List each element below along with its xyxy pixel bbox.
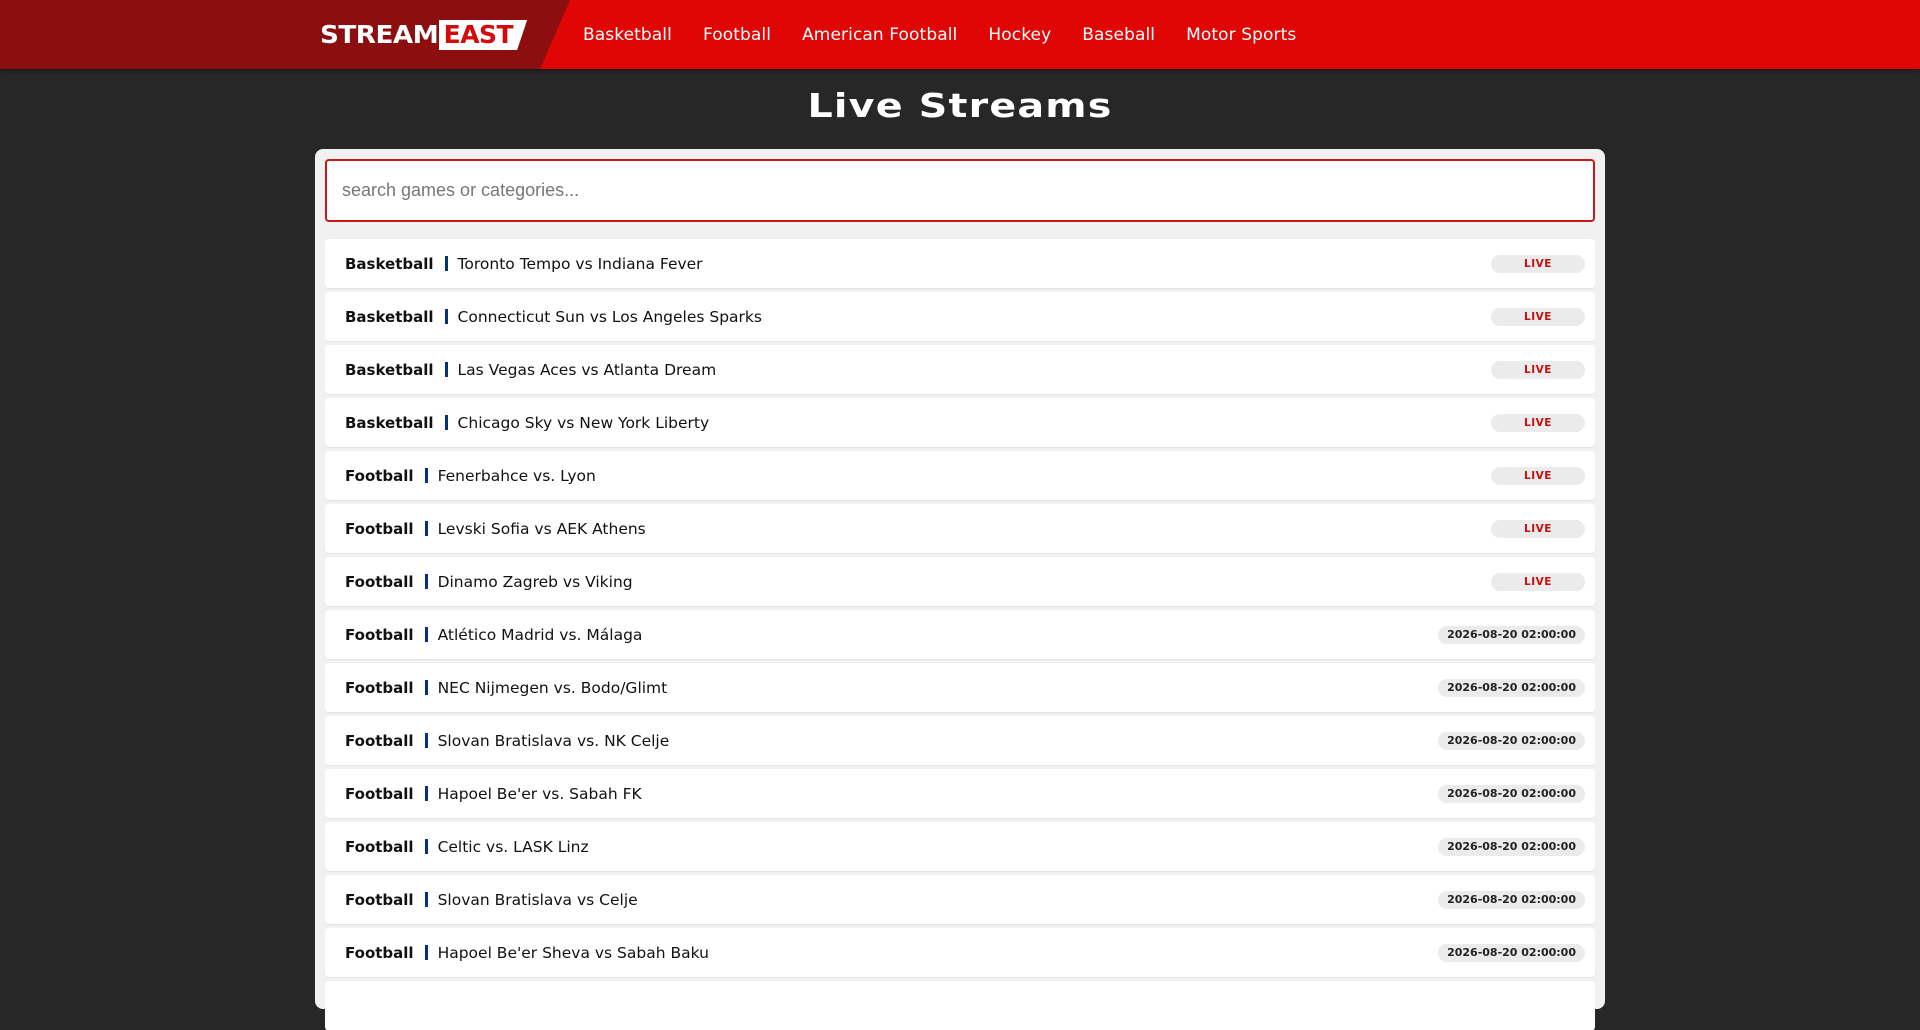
- event-status-badge: 2026-08-20 02:00:00: [1438, 943, 1585, 962]
- nav-basketball[interactable]: Basketball: [583, 25, 672, 45]
- event-row[interactable]: Football Hapoel Be'er Sheva vs Sabah Bak…: [325, 928, 1595, 977]
- event-row[interactable]: Football Fenerbahce vs. Lyon LIVE: [325, 451, 1595, 500]
- nav-motor-sports[interactable]: Motor Sports: [1186, 25, 1296, 45]
- category-separator: [424, 945, 428, 960]
- main-nav: Basketball Football American Football Ho…: [583, 0, 1327, 69]
- event-category: Football: [345, 731, 414, 750]
- event-category: Football: [345, 466, 414, 485]
- event-row[interactable]: [325, 981, 1595, 1030]
- event-title: Connecticut Sun vs Los Angeles Sparks: [457, 307, 762, 326]
- category-separator: [444, 309, 448, 324]
- event-title: Levski Sofia vs AEK Athens: [437, 519, 646, 538]
- event-category: Basketball: [345, 307, 434, 326]
- nav-football[interactable]: Football: [703, 25, 771, 45]
- event-category: Football: [345, 678, 414, 697]
- event-category: Football: [345, 837, 414, 856]
- event-category: Basketball: [345, 360, 434, 379]
- event-row[interactable]: Basketball Toronto Tempo vs Indiana Feve…: [325, 239, 1595, 288]
- nav-hockey[interactable]: Hockey: [988, 25, 1051, 45]
- nav-american-football[interactable]: American Football: [802, 25, 957, 45]
- event-status-badge: LIVE: [1491, 572, 1585, 591]
- event-row[interactable]: Basketball Connecticut Sun vs Los Angele…: [325, 292, 1595, 341]
- category-separator: [424, 839, 428, 854]
- event-title: Atlético Madrid vs. Málaga: [437, 625, 643, 644]
- event-title: NEC Nijmegen vs. Bodo/Glimt: [437, 678, 668, 697]
- search-input[interactable]: [325, 159, 1595, 222]
- event-category: Football: [345, 943, 414, 962]
- page-title: Live Streams: [807, 86, 1113, 125]
- event-status-badge: 2026-08-20 02:00:00: [1438, 784, 1585, 803]
- event-row[interactable]: Football NEC Nijmegen vs. Bodo/Glimt 202…: [325, 663, 1595, 712]
- category-separator: [424, 733, 428, 748]
- event-title: Fenerbahce vs. Lyon: [437, 466, 596, 485]
- event-status-badge: LIVE: [1491, 360, 1585, 379]
- event-category: Football: [345, 890, 414, 909]
- event-status-badge: LIVE: [1491, 307, 1585, 326]
- event-title: Las Vegas Aces vs Atlanta Dream: [457, 360, 717, 379]
- category-separator: [444, 362, 448, 377]
- event-status-badge: LIVE: [1491, 254, 1585, 273]
- event-status-badge: LIVE: [1491, 466, 1585, 485]
- event-title: Slovan Bratislava vs Celje: [437, 890, 638, 909]
- event-title: Slovan Bratislava vs. NK Celje: [437, 731, 670, 750]
- category-separator: [444, 256, 448, 271]
- event-category: Football: [345, 784, 414, 803]
- category-separator: [424, 468, 428, 483]
- category-separator: [424, 627, 428, 642]
- event-status-badge: 2026-08-20 02:00:00: [1438, 625, 1585, 644]
- event-row[interactable]: Football Levski Sofia vs AEK Athens LIVE: [325, 504, 1595, 553]
- category-separator: [424, 892, 428, 907]
- category-separator: [424, 574, 428, 589]
- event-title: Dinamo Zagreb vs Viking: [437, 572, 633, 591]
- category-separator: [424, 786, 428, 801]
- event-title: Toronto Tempo vs Indiana Fever: [457, 254, 703, 273]
- event-row[interactable]: Basketball Chicago Sky vs New York Liber…: [325, 398, 1595, 447]
- event-status-badge: LIVE: [1491, 519, 1585, 538]
- event-status-badge: 2026-08-20 02:00:00: [1438, 890, 1585, 909]
- event-row[interactable]: Football Slovan Bratislava vs. NK Celje …: [325, 716, 1595, 765]
- event-list: Basketball Toronto Tempo vs Indiana Feve…: [325, 239, 1595, 1030]
- logo-east-text: EAST: [439, 20, 527, 50]
- event-title: Chicago Sky vs New York Liberty: [457, 413, 710, 432]
- event-category: Basketball: [345, 413, 434, 432]
- event-category: Basketball: [345, 254, 434, 273]
- event-row[interactable]: Football Slovan Bratislava vs Celje 2026…: [325, 875, 1595, 924]
- event-row[interactable]: Basketball Las Vegas Aces vs Atlanta Dre…: [325, 345, 1595, 394]
- event-status-badge: LIVE: [1491, 413, 1585, 432]
- event-title: Hapoel Be'er vs. Sabah FK: [437, 784, 642, 803]
- event-row[interactable]: Football Hapoel Be'er vs. Sabah FK 2026-…: [325, 769, 1595, 818]
- nav-baseball[interactable]: Baseball: [1082, 25, 1155, 45]
- site-logo[interactable]: STREAM EAST: [320, 20, 527, 50]
- logo-stream-text: STREAM: [320, 20, 439, 49]
- category-separator: [424, 521, 428, 536]
- event-row[interactable]: Football Celtic vs. LASK Linz 2026-08-20…: [325, 822, 1595, 871]
- event-row[interactable]: Football Atlético Madrid vs. Málaga 2026…: [325, 610, 1595, 659]
- event-title: Celtic vs. LASK Linz: [437, 837, 589, 856]
- event-status-badge: 2026-08-20 02:00:00: [1438, 837, 1585, 856]
- site-header: STREAM EAST Basketball Football American…: [0, 0, 1920, 69]
- streams-panel: Basketball Toronto Tempo vs Indiana Feve…: [315, 149, 1605, 1030]
- event-category: Football: [345, 625, 414, 644]
- event-row[interactable]: Football Dinamo Zagreb vs Viking LIVE: [325, 557, 1595, 606]
- event-status-badge: 2026-08-20 02:00:00: [1438, 678, 1585, 697]
- event-status-badge: 2026-08-20 02:00:00: [1438, 731, 1585, 750]
- event-title: Hapoel Be'er Sheva vs Sabah Baku: [437, 943, 709, 962]
- category-separator: [444, 415, 448, 430]
- category-separator: [424, 680, 428, 695]
- event-category: Football: [345, 572, 414, 591]
- event-category: Football: [345, 519, 414, 538]
